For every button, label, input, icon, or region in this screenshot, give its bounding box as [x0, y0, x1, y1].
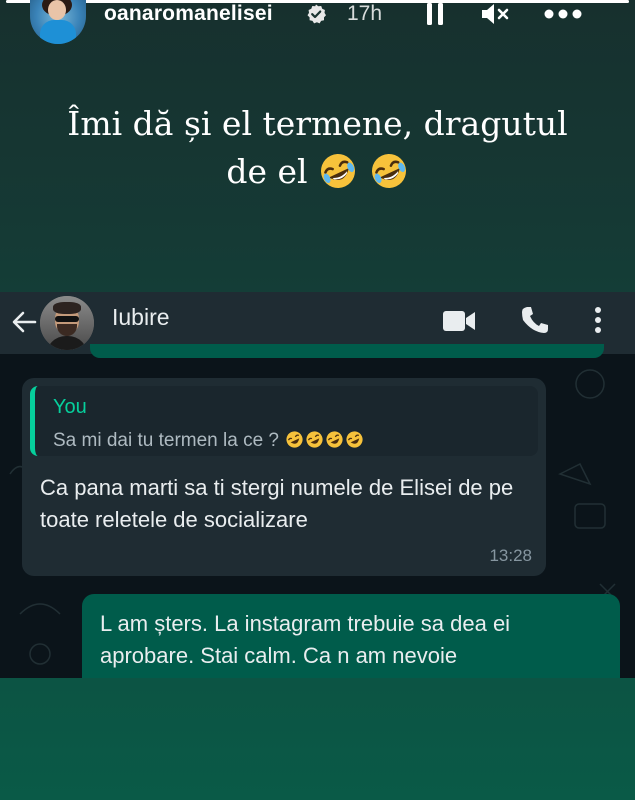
contact-avatar[interactable]: [40, 296, 94, 350]
caption-line-2-text: de el: [226, 152, 308, 191]
laughing-emoji-icon: [346, 431, 363, 448]
verified-badge-icon: [307, 4, 326, 24]
whatsapp-screenshot: Iubire You Sa mi dai tu termen la ce ? C…: [0, 292, 635, 678]
incoming-message-text: Ca pana marti sa ti stergi numele de Eli…: [40, 475, 514, 532]
caption-line-1: Îmi dă și el termene, dragutul: [67, 104, 568, 143]
outgoing-message[interactable]: L am șters. La instagram trebuie sa dea …: [82, 594, 620, 678]
quoted-reply[interactable]: You Sa mi dai tu termen la ce ?: [30, 386, 538, 456]
contact-name[interactable]: Iubire: [112, 304, 170, 331]
previous-outgoing-bubble: [90, 344, 604, 358]
quote-text-row: Sa mi dai tu termen la ce ?: [53, 430, 364, 452]
incoming-message-time: 13:28: [489, 546, 532, 565]
chat-area: You Sa mi dai tu termen la ce ? Ca pana …: [0, 344, 635, 678]
chat-menu-icon[interactable]: [590, 304, 606, 336]
story-caption: Îmi dă și el termene, dragutul de el: [40, 100, 595, 196]
outgoing-message-text: L am șters. La instagram trebuie sa dea …: [100, 611, 511, 668]
laughing-emoji-icon: [326, 431, 343, 448]
laughing-emoji-icon: [286, 431, 303, 448]
back-arrow-icon[interactable]: [10, 308, 38, 336]
profile-avatar[interactable]: [30, 0, 86, 44]
incoming-message[interactable]: You Sa mi dai tu termen la ce ? Ca pana …: [22, 378, 546, 576]
video-call-icon[interactable]: [442, 308, 476, 334]
post-time: 17h: [347, 2, 383, 25]
quote-author: You: [53, 396, 87, 418]
laughing-emoji-icon: [306, 431, 323, 448]
rolling-laughing-emoji-icon: [371, 154, 406, 188]
username[interactable]: oanaromanelisei: [104, 2, 273, 26]
rolling-laughing-emoji-icon: [321, 154, 356, 188]
voice-call-icon[interactable]: [519, 304, 551, 336]
more-icon[interactable]: [543, 8, 583, 20]
caption-line-2: de el: [40, 148, 595, 196]
quote-text: Sa mi dai tu termen la ce ?: [53, 430, 279, 451]
pause-icon[interactable]: [425, 2, 445, 26]
mute-icon[interactable]: [480, 2, 510, 26]
story-header: oanaromanelisei 17h: [0, 0, 635, 44]
